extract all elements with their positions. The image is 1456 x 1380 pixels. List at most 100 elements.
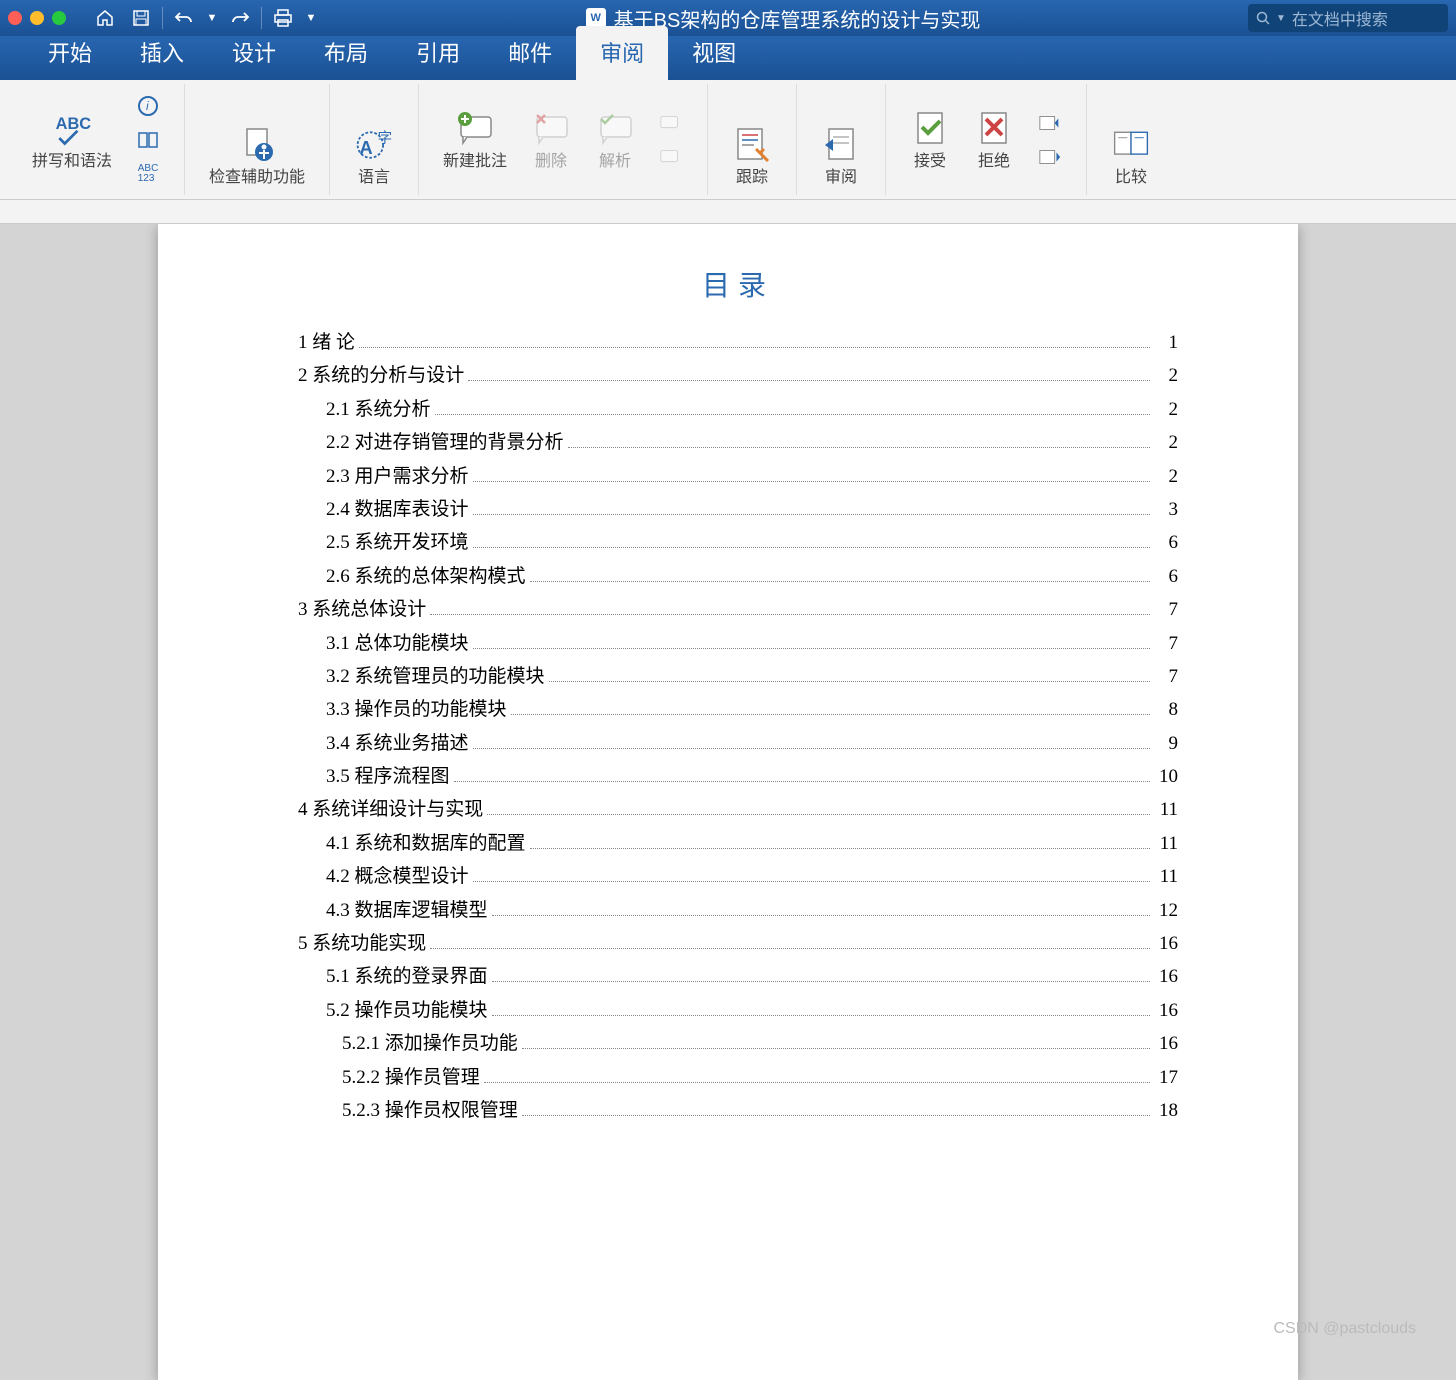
reject-button[interactable]: 拒绝 <box>966 105 1022 175</box>
word-count-button[interactable] <box>128 124 168 156</box>
reject-icon <box>974 109 1014 149</box>
toc-entry[interactable]: 5.1 系统的登录界面16 <box>298 962 1178 992</box>
tab-3[interactable]: 布局 <box>300 26 392 80</box>
ribbon-group-proofing: ABC 拼写和语法 i ABC123 <box>8 84 185 195</box>
toc-page-number: 11 <box>1154 795 1178 825</box>
toc-entry[interactable]: 3.5 程序流程图10 <box>298 762 1178 792</box>
toc-text: 3.1 总体功能模块 <box>326 629 469 659</box>
toc-text: 2.6 系统的总体架构模式 <box>326 562 526 592</box>
ruler[interactable] <box>0 200 1456 224</box>
close-window-button[interactable] <box>8 11 22 25</box>
toc-page-number: 16 <box>1154 1029 1178 1059</box>
toc-page-number: 11 <box>1154 862 1178 892</box>
comment-prev-icon <box>659 111 683 135</box>
thesaurus-button[interactable]: i <box>128 90 168 122</box>
resolve-label: 解析 <box>599 153 631 171</box>
compare-icon <box>1111 125 1151 165</box>
toc-leader <box>430 948 1150 949</box>
tab-0[interactable]: 开始 <box>24 26 116 80</box>
tab-2[interactable]: 设计 <box>208 26 300 80</box>
toc-entry[interactable]: 3 系统总体设计7 <box>298 595 1178 625</box>
comment-nav-buttons <box>651 107 691 173</box>
tab-7[interactable]: 视图 <box>668 26 760 80</box>
toc-leader <box>492 981 1150 982</box>
tab-1[interactable]: 插入 <box>116 26 208 80</box>
toc-leader <box>492 915 1150 916</box>
svg-text:ABC: ABC <box>56 115 92 133</box>
svg-text:i: i <box>146 99 149 113</box>
book-icon <box>136 128 160 152</box>
toc-page-number: 12 <box>1154 896 1178 926</box>
toc-entry[interactable]: 4.1 系统和数据库的配置11 <box>298 829 1178 859</box>
prev-comment-button[interactable] <box>651 107 691 139</box>
accessibility-check-button[interactable]: 检查辅助功能 <box>201 121 313 191</box>
toc-entry[interactable]: 5.2 操作员功能模块16 <box>298 996 1178 1026</box>
toc-entry[interactable]: 5.2.1 添加操作员功能16 <box>298 1029 1178 1059</box>
toc-entry[interactable]: 2.2 对进存销管理的背景分析2 <box>298 428 1178 458</box>
ribbon-group-compare: 比较 <box>1087 84 1175 195</box>
search-input[interactable]: ▼ 在文档中搜索 <box>1248 4 1448 32</box>
accept-button[interactable]: 接受 <box>902 105 958 175</box>
toc-entry[interactable]: 5.2.3 操作员权限管理18 <box>298 1096 1178 1126</box>
toc-leader <box>487 814 1150 815</box>
track-label: 跟踪 <box>736 169 768 187</box>
new-comment-label: 新建批注 <box>443 153 507 171</box>
toc-entry[interactable]: 2.1 系统分析2 <box>298 395 1178 425</box>
ribbon-group-comments: 新建批注 删除 解析 <box>419 84 708 195</box>
toc-entry[interactable]: 2.3 用户需求分析2 <box>298 462 1178 492</box>
accept-icon <box>910 109 950 149</box>
minimize-window-button[interactable] <box>30 11 44 25</box>
maximize-window-button[interactable] <box>52 11 66 25</box>
toc-entry[interactable]: 3.2 系统管理员的功能模块7 <box>298 662 1178 692</box>
toc-page-number: 2 <box>1154 428 1178 458</box>
toc-entry[interactable]: 3.1 总体功能模块7 <box>298 629 1178 659</box>
stat-button[interactable]: ABC123 <box>128 158 168 190</box>
resolve-comment-button[interactable]: 解析 <box>587 105 643 175</box>
toc-leader <box>473 514 1150 515</box>
toc-entry[interactable]: 3.3 操作员的功能模块8 <box>298 695 1178 725</box>
toc-entry[interactable]: 2.6 系统的总体架构模式6 <box>298 562 1178 592</box>
new-comment-button[interactable]: 新建批注 <box>435 105 515 175</box>
toc-entry[interactable]: 3.4 系统业务描述9 <box>298 729 1178 759</box>
tab-5[interactable]: 邮件 <box>484 26 576 80</box>
tab-4[interactable]: 引用 <box>392 26 484 80</box>
toc-leader <box>430 614 1150 615</box>
toc-entry[interactable]: 2.5 系统开发环境6 <box>298 528 1178 558</box>
delete-comment-button[interactable]: 删除 <box>523 105 579 175</box>
toc-entry[interactable]: 4.2 概念模型设计 11 <box>298 862 1178 892</box>
toc-text: 4.2 概念模型设计 <box>326 862 469 892</box>
tab-6[interactable]: 审阅 <box>576 26 668 80</box>
toc-leader <box>511 714 1150 715</box>
spelling-grammar-button[interactable]: ABC 拼写和语法 <box>24 105 120 175</box>
compare-button[interactable]: 比较 <box>1103 121 1159 191</box>
toc-entry[interactable]: 1 绪 论1 <box>298 328 1178 358</box>
toc-text: 4.3 数据库逻辑模型 <box>326 896 488 926</box>
toc-entry[interactable]: 5 系统功能实现16 <box>298 929 1178 959</box>
next-comment-button[interactable] <box>651 141 691 173</box>
toc-leader <box>530 581 1150 582</box>
toc-page-number: 9 <box>1154 729 1178 759</box>
resolve-icon <box>595 109 635 149</box>
delete-comment-icon <box>531 109 571 149</box>
toc-entry[interactable]: 4.3 数据库逻辑模型 12 <box>298 896 1178 926</box>
toc-text: 2.4 数据库表设计 <box>326 495 469 525</box>
toc-entry[interactable]: 5.2.2 操作员管理17 <box>298 1063 1178 1093</box>
document-page[interactable]: 目录 1 绪 论12 系统的分析与设计22.1 系统分析22.2 对进存销管理的… <box>158 224 1298 1380</box>
language-button[interactable]: 字A 语言 <box>346 121 402 191</box>
toc-entry[interactable]: 2.4 数据库表设计 3 <box>298 495 1178 525</box>
next-change-button[interactable] <box>1030 141 1070 173</box>
reject-label: 拒绝 <box>978 153 1010 171</box>
toc-page-number: 3 <box>1154 495 1178 525</box>
toc-page-number: 17 <box>1154 1063 1178 1093</box>
toc-page-number: 2 <box>1154 361 1178 391</box>
toc-leader <box>473 748 1150 749</box>
toc-entry[interactable]: 2 系统的分析与设计2 <box>298 361 1178 391</box>
ribbon-tabs: 开始插入设计布局引用邮件审阅视图 <box>0 36 1456 80</box>
toc-entry[interactable]: 4 系统详细设计与实现11 <box>298 795 1178 825</box>
toc-text: 2.1 系统分析 <box>326 395 431 425</box>
review-pane-button[interactable]: 审阅 <box>813 121 869 191</box>
track-changes-button[interactable]: 跟踪 <box>724 121 780 191</box>
search-dropdown-icon: ▼ <box>1276 13 1286 24</box>
toc-page-number: 2 <box>1154 462 1178 492</box>
prev-change-button[interactable] <box>1030 107 1070 139</box>
